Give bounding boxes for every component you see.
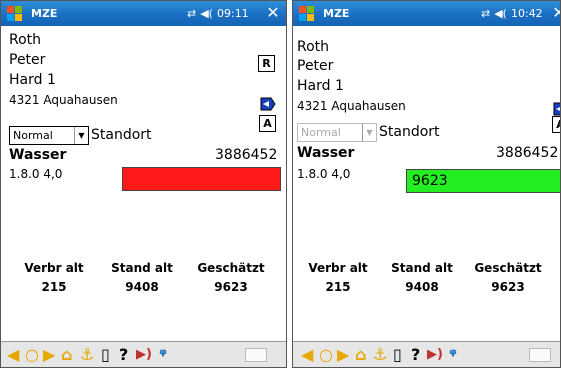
close-icon[interactable]: ✕: [263, 4, 283, 23]
stat-label: Geschätzt: [474, 261, 542, 275]
chevron-down-icon[interactable]: ▼: [362, 124, 376, 141]
stat-label: Verbr alt: [24, 261, 84, 275]
chevron-down-icon[interactable]: ▼: [74, 127, 88, 144]
register-label: 1.8.0 4,0: [297, 167, 351, 181]
search-tool-icon[interactable]: ᵠ: [449, 346, 457, 364]
connectivity-icon[interactable]: ⇄: [187, 7, 196, 20]
bottom-toolbar: ◀ ○ ▶ ⌂ ⚓ ▯ ? ▶) ᵠ: [1, 341, 286, 367]
help-icon[interactable]: ?: [411, 346, 420, 364]
register-label: 1.8.0 4,0: [9, 167, 63, 181]
stat-value: 215: [41, 280, 67, 294]
a-button[interactable]: A: [552, 116, 560, 133]
status-area[interactable]: ⇄ ◀( 10:42: [481, 5, 543, 22]
customer-firstname: Peter: [297, 58, 334, 74]
signal-icon[interactable]: ▶): [427, 346, 443, 364]
stat-label: Verbr alt: [308, 261, 368, 275]
search-tool-icon[interactable]: ᵠ: [159, 346, 167, 364]
device-screen-left: MZE ⇄ ◀( 09:11 ✕ Roth Peter R Hard 1 432…: [0, 0, 287, 368]
stat-label: Stand alt: [111, 261, 173, 275]
anchor-icon[interactable]: ⚓: [80, 346, 94, 364]
next-icon[interactable]: ▶: [43, 346, 55, 364]
customer-city: 4321 Aquahausen: [9, 93, 118, 107]
a-button[interactable]: A: [259, 115, 276, 132]
prev-icon[interactable]: ◀: [7, 346, 19, 364]
clock[interactable]: 10:42: [511, 7, 543, 20]
windows-start-icon[interactable]: [4, 3, 26, 24]
anchor-icon[interactable]: ⚓: [373, 346, 387, 364]
document-icon[interactable]: ▯: [101, 346, 110, 364]
customer-street: Hard 1: [297, 78, 344, 94]
app-title: MZE: [323, 7, 350, 20]
stat-geschaetzt: Geschätzt 9623: [473, 261, 543, 294]
mode-select[interactable]: Normal ▼: [9, 126, 89, 145]
title-bar: MZE ⇄ ◀( 09:11 ✕: [1, 1, 286, 26]
home-icon[interactable]: ⌂: [355, 346, 366, 364]
medium-label: Wasser: [297, 145, 355, 161]
keyboard-icon[interactable]: [529, 348, 551, 362]
mode-select[interactable]: Normal ▼: [297, 123, 377, 142]
stat-verbr-alt: Verbr alt 215: [19, 261, 89, 294]
standort-label: Standort: [91, 127, 152, 143]
flag-icon[interactable]: [259, 95, 277, 113]
customer-street: Hard 1: [9, 72, 56, 88]
clock[interactable]: 09:11: [217, 7, 249, 20]
stat-value: 9623: [491, 280, 525, 294]
stat-stand-alt: Stand alt 9408: [387, 261, 457, 294]
title-bar: MZE ⇄ ◀( 10:42 ✕: [293, 1, 560, 26]
status-area[interactable]: ⇄ ◀( 09:11: [187, 5, 249, 22]
customer-city: 4321 Aquahausen: [297, 99, 406, 113]
stat-value: 9408: [125, 280, 159, 294]
circle-icon[interactable]: ○: [319, 346, 333, 364]
stat-value: 9408: [405, 280, 439, 294]
stat-verbr-alt: Verbr alt 215: [303, 261, 373, 294]
reading-input[interactable]: 9623: [406, 169, 560, 193]
stat-geschaetzt: Geschätzt 9623: [196, 261, 266, 294]
next-icon[interactable]: ▶: [337, 346, 349, 364]
circle-icon[interactable]: ○: [25, 346, 39, 364]
mode-select-value: Normal: [13, 129, 53, 142]
r-button[interactable]: R: [258, 55, 275, 72]
meter-number: 3886452: [215, 147, 278, 163]
stat-value: 215: [325, 280, 351, 294]
app-title: MZE: [31, 7, 58, 20]
document-icon[interactable]: ▯: [393, 346, 402, 364]
customer-firstname: Peter: [9, 52, 46, 68]
customer-lastname: Roth: [9, 32, 42, 48]
home-icon[interactable]: ⌂: [61, 346, 72, 364]
meter-number: 3886452: [496, 145, 559, 161]
keyboard-icon[interactable]: [245, 348, 267, 362]
volume-icon[interactable]: ◀(: [494, 7, 507, 20]
stat-label: Geschätzt: [197, 261, 265, 275]
reading-input[interactable]: [122, 167, 281, 191]
device-screen-right: MZE ⇄ ◀( 10:42 ✕ Roth Peter Hard 1 4321 …: [292, 0, 561, 368]
windows-start-icon[interactable]: [296, 3, 318, 24]
close-icon[interactable]: ✕: [549, 4, 560, 23]
volume-icon[interactable]: ◀(: [200, 7, 213, 20]
standort-label: Standort: [379, 124, 440, 140]
stat-value: 9623: [214, 280, 248, 294]
medium-label: Wasser: [9, 147, 67, 163]
prev-icon[interactable]: ◀: [301, 346, 313, 364]
help-icon[interactable]: ?: [119, 346, 128, 364]
connectivity-icon[interactable]: ⇄: [481, 7, 490, 20]
stat-stand-alt: Stand alt 9408: [107, 261, 177, 294]
stat-label: Stand alt: [391, 261, 453, 275]
mode-select-value: Normal: [301, 126, 341, 139]
customer-lastname: Roth: [297, 39, 330, 55]
bottom-toolbar: ◀ ○ ▶ ⌂ ⚓ ▯ ? ▶) ᵠ: [293, 341, 560, 367]
signal-icon[interactable]: ▶): [136, 346, 152, 364]
